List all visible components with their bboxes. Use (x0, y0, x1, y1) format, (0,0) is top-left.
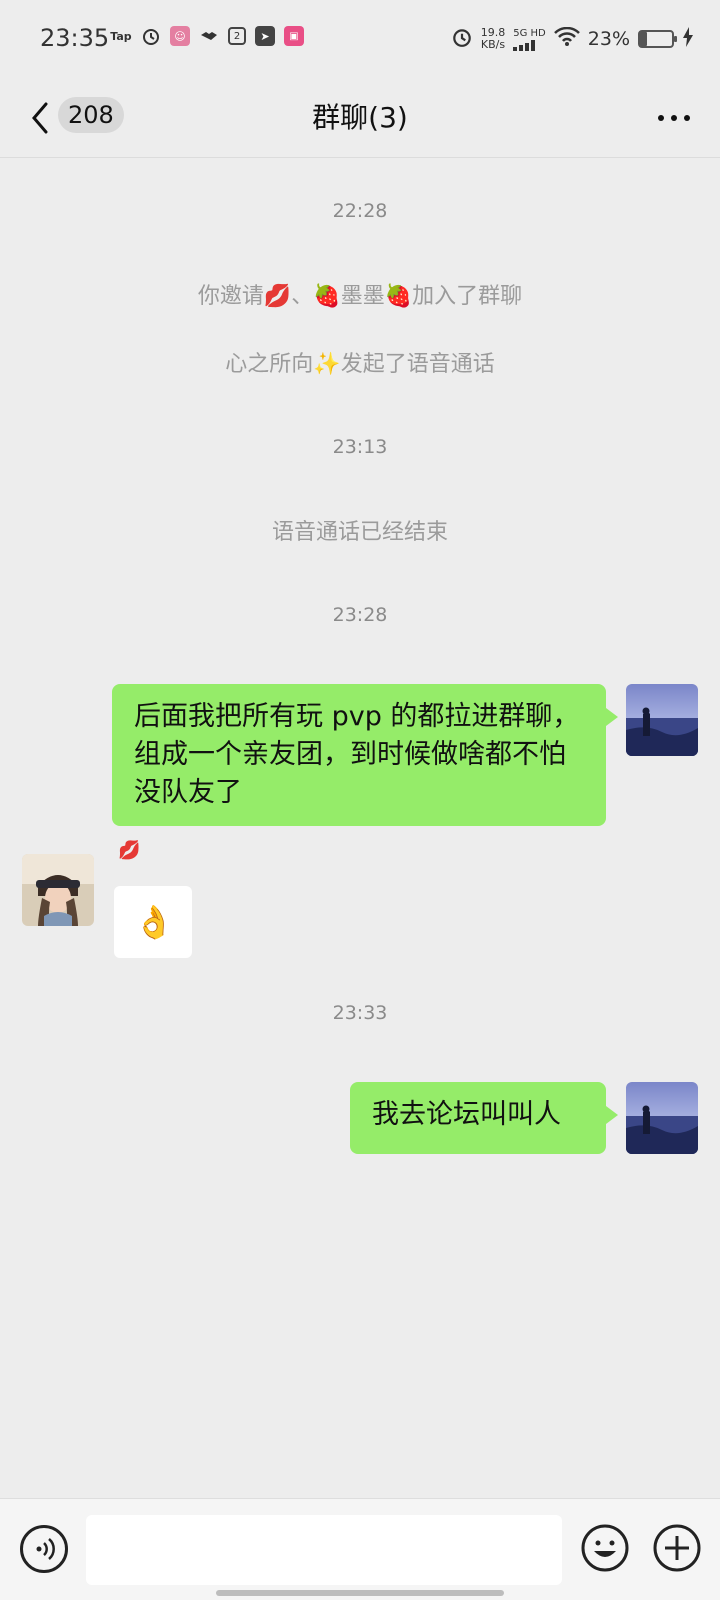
status-bar: 23:35 Tap ☺ 2 ➤ ▣ 19.8 KB/s 5G HD 23% (0, 0, 720, 80)
system-message-invite: 你邀请💋、🍓墨墨🍓加入了群聊 (197, 284, 523, 309)
taptap-icon: Tap (110, 29, 132, 43)
emoji-icon[interactable] (580, 1523, 630, 1573)
app-avatar-icon: ☺ (170, 26, 190, 46)
message-timestamp: 23:33 (332, 1002, 388, 1024)
self-avatar[interactable] (626, 1082, 698, 1154)
charging-icon (682, 27, 694, 51)
bilibili-icon: ▣ (284, 26, 304, 46)
voice-input-button[interactable] (20, 1525, 68, 1573)
notification-icons: Tap ☺ 2 ➤ ▣ (110, 26, 304, 46)
status-time: 23:35 (40, 24, 110, 52)
message-input-bar (0, 1498, 720, 1600)
app-box-icon: 2 (228, 27, 246, 45)
send-app-icon: ➤ (255, 26, 275, 46)
plus-icon[interactable] (652, 1523, 702, 1573)
message-bubble-self[interactable]: 后面我把所有玩 pvp 的都拉进群聊，组成一个亲友团，到时候做啥都不怕没队友了 (112, 684, 618, 826)
signal-indicator: 5G HD (513, 28, 546, 51)
alarm-icon (141, 26, 161, 46)
status-right: 19.8 KB/s 5G HD 23% (451, 26, 694, 52)
system-message-voice-call-start: 心之所向✨发起了语音通话 (225, 352, 495, 377)
member-avatar[interactable] (22, 854, 94, 926)
message-timestamp: 23:28 (332, 604, 388, 626)
message-timestamp: 23:13 (332, 436, 388, 458)
message-bubble-self[interactable]: 我去论坛叫叫人 (350, 1082, 618, 1154)
home-indicator[interactable] (216, 1590, 504, 1596)
message-timestamp: 22:28 (332, 200, 388, 222)
sender-name: 💋 (118, 840, 141, 861)
message-input[interactable] (86, 1515, 562, 1585)
system-message-voice-call-end: 语音通话已经结束 (271, 520, 448, 545)
network-label: 5G HD (513, 27, 546, 39)
signal-bars-icon (513, 39, 546, 51)
battery-percent: 23% (587, 28, 630, 50)
self-avatar[interactable] (626, 684, 698, 756)
battery-icon (638, 30, 677, 48)
handshake-icon (199, 26, 219, 46)
chat-title: 群聊(3) (312, 101, 408, 134)
more-options-icon[interactable] (656, 108, 692, 128)
alarm-icon (451, 26, 473, 52)
chat-header: 208 群聊(3) (0, 80, 720, 158)
message-bubble-other[interactable]: 👌 (114, 886, 192, 958)
speed-unit: KB/s (480, 38, 506, 51)
wifi-icon (553, 26, 580, 51)
network-speed: 19.8 KB/s (481, 27, 506, 51)
ok-hand-emoji: 👌 (134, 903, 174, 941)
